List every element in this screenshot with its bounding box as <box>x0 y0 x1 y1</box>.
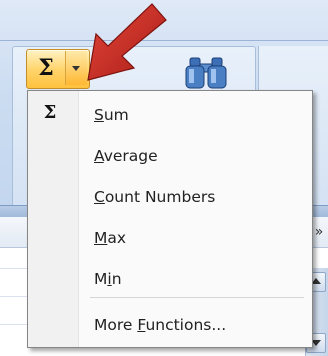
autosum-dropdown-menu: Σ Sum Average Count Numbers Max Min More… <box>27 90 313 348</box>
menu-item-label-pre: More <box>94 316 138 334</box>
menu-item-label: n <box>111 270 122 288</box>
sum-sigma-icon: Σ <box>43 102 57 123</box>
binoculars-icon[interactable] <box>184 56 228 92</box>
menu-item-label-pre: M <box>94 270 108 288</box>
menu-item-label: ount Numbers <box>104 188 216 206</box>
menu-item-accel: M <box>94 229 108 247</box>
menu-item-average[interactable]: Average <box>94 144 294 168</box>
menu-icon-gutter <box>28 91 79 347</box>
menu-item-accel: C <box>94 188 105 206</box>
menu-item-count-numbers[interactable]: Count Numbers <box>94 185 294 209</box>
red-annotation-arrow <box>87 3 167 81</box>
menu-item-more-functions[interactable]: More Functions... <box>94 313 294 337</box>
menu-item-accel: A <box>94 147 104 165</box>
menu-item-sum[interactable]: Sum <box>94 103 294 127</box>
autosum-sigma-icon[interactable]: Σ <box>29 51 63 85</box>
menu-item-accel: S <box>94 106 104 124</box>
menu-item-label: ax <box>107 229 127 247</box>
menu-item-label: verage <box>103 147 158 165</box>
menu-item-max[interactable]: Max <box>94 226 294 250</box>
menu-item-label: um <box>103 106 129 124</box>
menu-separator <box>90 297 304 298</box>
menu-item-label: unctions... <box>145 316 227 334</box>
menu-item-min[interactable]: Min <box>94 267 294 291</box>
